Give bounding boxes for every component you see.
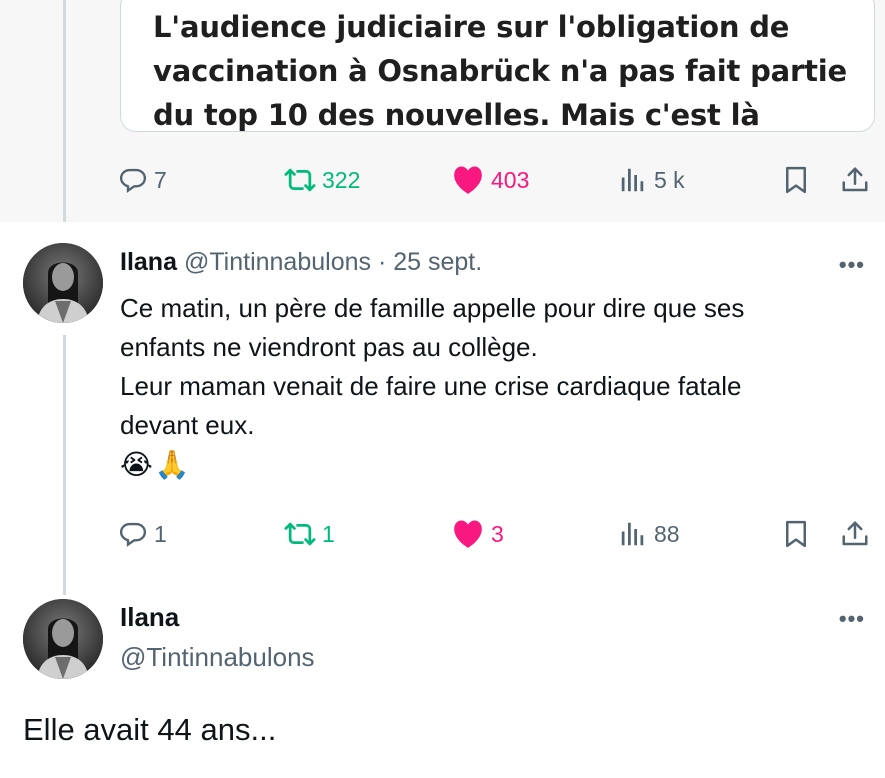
views-count: 88: [654, 520, 680, 547]
repost-button[interactable]: 322: [284, 162, 360, 198]
more-options-button[interactable]: •••: [839, 252, 865, 278]
header-separator: ·: [377, 248, 387, 276]
emoji-line: 😭🙏: [120, 449, 192, 480]
parent-tweet[interactable]: L'audience judiciaire sur l'obligation d…: [0, 0, 885, 222]
thread-line: [63, 335, 66, 595]
share-button[interactable]: [840, 516, 870, 552]
quoted-tweet-card[interactable]: L'audience judiciaire sur l'obligation d…: [120, 0, 875, 132]
bookmark-icon: [781, 164, 811, 196]
main-tweet-text: Elle avait 44 ans...: [23, 712, 277, 747]
author-name[interactable]: Ilana: [120, 248, 177, 276]
tweet-line: Leur maman venait de faire une crise car…: [120, 371, 742, 401]
parent-action-bar: 7 322 403 5 k: [118, 162, 878, 198]
views-icon: [618, 519, 648, 549]
more-options-button[interactable]: •••: [839, 606, 865, 632]
share-button[interactable]: [840, 162, 870, 198]
author-handle[interactable]: @Tintinnabulons: [120, 642, 315, 673]
repost-count: 322: [322, 166, 361, 193]
tweet-line: enfants ne viendront pas au collège.: [120, 332, 538, 362]
tweet-line: devant eux.: [120, 410, 255, 440]
repost-icon: [284, 165, 316, 195]
share-icon: [840, 164, 870, 196]
reply-count: 7: [154, 166, 167, 193]
views-icon: [618, 165, 648, 195]
heart-icon: [451, 165, 485, 195]
avatar[interactable]: [23, 243, 103, 323]
like-count: 403: [491, 166, 530, 193]
quoted-tweet-text: L'audience judiciaire sur l'obligation d…: [153, 5, 868, 132]
like-button[interactable]: 403: [451, 162, 529, 198]
author-name[interactable]: Ilana: [120, 602, 179, 633]
bookmark-button[interactable]: [781, 162, 811, 198]
avatar[interactable]: [23, 599, 103, 679]
like-button[interactable]: 3: [451, 516, 504, 552]
reply-tweet-header: Ilana @Tintinnabulons · 25 sept.: [120, 248, 482, 277]
reply-icon: [118, 165, 148, 195]
quoted-line: du top 10 des nouvelles. Mais c'est là: [153, 98, 760, 132]
reply-action-bar: 1 1 3 88: [118, 516, 878, 552]
views-count: 5 k: [654, 166, 685, 193]
views-button[interactable]: 5 k: [618, 162, 685, 198]
reply-button[interactable]: 7: [118, 162, 167, 198]
reply-button[interactable]: 1: [118, 516, 167, 552]
quoted-line: vaccination à Osnabrück n'a pas fait par…: [153, 54, 848, 88]
reply-icon: [118, 519, 148, 549]
quoted-line: L'audience judiciaire sur l'obligation d…: [153, 10, 790, 44]
author-handle[interactable]: @Tintinnabulons: [184, 248, 371, 276]
heart-icon: [451, 519, 485, 549]
repost-icon: [284, 519, 316, 549]
tweet-date[interactable]: 25 sept.: [393, 248, 482, 276]
bookmark-button[interactable]: [781, 516, 811, 552]
repost-count: 1: [322, 520, 335, 547]
bookmark-icon: [781, 518, 811, 550]
reply-count: 1: [154, 520, 167, 547]
like-count: 3: [491, 520, 504, 547]
thread-line: [63, 0, 66, 222]
tweet-thread: L'audience judiciaire sur l'obligation d…: [0, 0, 885, 778]
repost-button[interactable]: 1: [284, 516, 335, 552]
tweet-line: Ce matin, un père de famille appelle pou…: [120, 293, 745, 323]
reply-tweet-text: Ce matin, un père de famille appelle pou…: [120, 289, 865, 484]
views-button[interactable]: 88: [618, 516, 680, 552]
share-icon: [840, 518, 870, 550]
